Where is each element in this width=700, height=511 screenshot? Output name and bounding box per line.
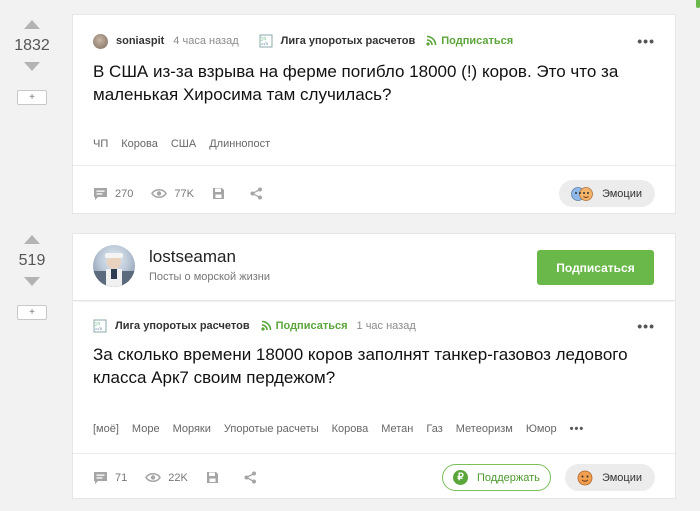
emotions-label: Эмоции bbox=[601, 471, 642, 484]
more-menu-icon[interactable]: ••• bbox=[637, 33, 655, 49]
story-card-1: soniaspit 4 часа назад ∑π =√x Лига упоро… bbox=[72, 14, 676, 214]
upvote-arrow-icon[interactable] bbox=[24, 235, 40, 244]
share-icon bbox=[250, 187, 262, 200]
views-count: 77K bbox=[174, 187, 194, 200]
story-title[interactable]: За сколько времени 18000 коров заполнят … bbox=[93, 343, 651, 389]
tag[interactable]: США bbox=[171, 138, 196, 150]
upvote-arrow-icon[interactable] bbox=[24, 20, 40, 29]
emotions-button[interactable]: Эмоции bbox=[558, 180, 655, 207]
eye-icon bbox=[151, 188, 168, 199]
subscribe-icon bbox=[426, 35, 437, 46]
community-link[interactable]: Лига упоротых расчетов bbox=[281, 35, 416, 47]
community-icon[interactable]: ∑π =√x bbox=[259, 34, 273, 48]
eye-icon bbox=[145, 472, 162, 483]
tag[interactable]: Длиннопост bbox=[209, 138, 270, 150]
comment-icon bbox=[94, 471, 107, 484]
share-button[interactable] bbox=[244, 471, 264, 484]
tag[interactable]: [моё] bbox=[93, 423, 119, 435]
author-link[interactable]: soniaspit bbox=[116, 35, 164, 47]
story-title[interactable]: В США из-за взрыва на ферме погибло 1800… bbox=[93, 60, 645, 106]
downvote-arrow-icon[interactable] bbox=[24, 62, 40, 71]
tag[interactable]: Упоротые расчеты bbox=[224, 423, 319, 435]
tag-list: [моё] Море Моряки Упоротые расчеты Коров… bbox=[93, 423, 597, 435]
comments-button[interactable]: 71 bbox=[93, 471, 127, 485]
save-story-button[interactable]: + bbox=[17, 305, 47, 320]
views-stat: 77K bbox=[151, 188, 194, 200]
post-time: 4 часа назад bbox=[173, 35, 239, 47]
tag[interactable]: Корова bbox=[121, 138, 158, 150]
support-label: Поддержать bbox=[477, 471, 540, 484]
emotions-label: Эмоции bbox=[601, 187, 642, 200]
rating-rail-1: 1832 + bbox=[0, 20, 64, 105]
tag[interactable]: Моряки bbox=[173, 423, 211, 435]
emotion-icon bbox=[577, 470, 593, 486]
community-icon[interactable]: ∑π =√x bbox=[93, 319, 107, 333]
rating-value: 519 bbox=[18, 252, 46, 269]
emotion-icon bbox=[571, 186, 593, 202]
share-icon bbox=[244, 471, 256, 484]
story-footer: 71 22K ₽ Поддержать Эмоции bbox=[93, 464, 655, 491]
scrollbar-thumb[interactable] bbox=[696, 0, 700, 8]
community-link[interactable]: Лига упоротых расчетов bbox=[115, 320, 250, 332]
story-footer: 270 77K Эмоции bbox=[93, 180, 655, 207]
story-card-2: ∑π =√x Лига упоротых расчетов Подписатьс… bbox=[72, 302, 676, 499]
svg-text:=√x: =√x bbox=[95, 326, 103, 331]
downvote-arrow-icon[interactable] bbox=[24, 277, 40, 286]
comments-button[interactable]: 270 bbox=[93, 187, 133, 201]
comments-count: 270 bbox=[115, 187, 134, 200]
save-button[interactable] bbox=[206, 471, 226, 484]
tag[interactable]: Газ bbox=[426, 423, 442, 435]
save-icon bbox=[206, 472, 218, 483]
share-button[interactable] bbox=[250, 187, 270, 200]
save-button[interactable] bbox=[212, 187, 232, 200]
subscribe-icon bbox=[260, 320, 271, 331]
tag[interactable]: Море bbox=[132, 423, 160, 435]
support-button[interactable]: ₽ Поддержать bbox=[442, 464, 551, 491]
tag[interactable]: Метан bbox=[381, 423, 413, 435]
user-avatar[interactable] bbox=[93, 33, 108, 49]
comment-icon bbox=[94, 187, 107, 200]
divider bbox=[73, 165, 675, 166]
save-story-button[interactable]: + bbox=[17, 90, 47, 105]
subscribe-community-link[interactable]: Подписаться bbox=[276, 320, 348, 332]
tag[interactable]: Юмор bbox=[526, 423, 557, 435]
tag[interactable]: Корова bbox=[332, 423, 369, 435]
author-description: Посты о морской жизни bbox=[149, 271, 271, 283]
subscribe-community-link[interactable]: Подписаться bbox=[441, 35, 513, 47]
rating-value: 1832 bbox=[14, 37, 50, 54]
post-time: 1 час назад bbox=[356, 320, 416, 332]
author-avatar[interactable] bbox=[93, 245, 135, 287]
save-icon bbox=[212, 188, 224, 199]
views-count: 22K bbox=[168, 471, 188, 484]
tag[interactable]: ЧП bbox=[93, 138, 108, 150]
tag-list: ЧП Корова США Длиннопост bbox=[93, 138, 283, 150]
story-header: ∑π =√x Лига упоротых расчетов Подписатьс… bbox=[93, 318, 655, 334]
emotions-button[interactable]: Эмоции bbox=[564, 464, 655, 491]
subscribe-author-button[interactable]: Подписаться bbox=[537, 250, 654, 285]
svg-text:=√x: =√x bbox=[261, 41, 269, 46]
rating-rail-2: 519 + bbox=[0, 235, 64, 320]
more-menu-icon[interactable]: ••• bbox=[637, 318, 655, 334]
story-header: soniaspit 4 часа назад ∑π =√x Лига упоро… bbox=[93, 33, 655, 49]
divider bbox=[73, 453, 675, 454]
views-stat: 22K bbox=[145, 472, 188, 484]
author-name[interactable]: lostseaman bbox=[149, 247, 236, 267]
comments-count: 71 bbox=[115, 471, 128, 484]
ruble-icon: ₽ bbox=[453, 470, 468, 485]
author-card: lostseaman Посты о морской жизни Подписа… bbox=[72, 233, 676, 301]
tag[interactable]: Метеоризм bbox=[456, 423, 513, 435]
more-tags-icon[interactable]: ••• bbox=[570, 423, 585, 435]
